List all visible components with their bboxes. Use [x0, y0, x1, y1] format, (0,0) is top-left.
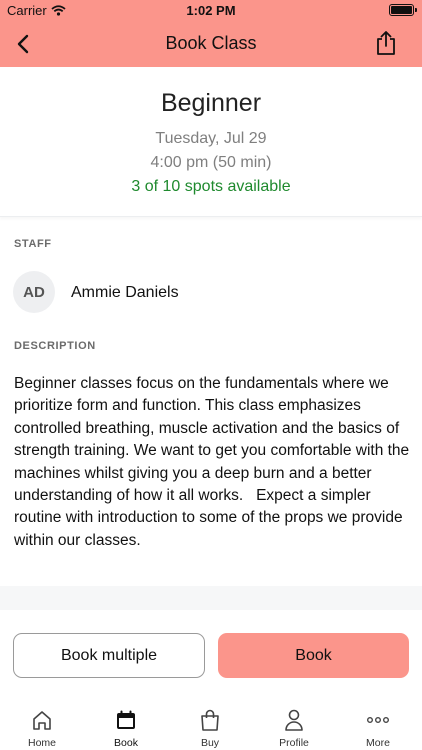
home-icon: [33, 711, 51, 730]
book-multiple-button[interactable]: Book multiple: [13, 633, 205, 678]
staff-name: Ammie Daniels: [71, 284, 179, 301]
more-dots-icon: [367, 717, 390, 723]
tab-profile[interactable]: Profile: [252, 699, 336, 750]
battery-icon: [389, 4, 417, 16]
staff-section-label: STAFF: [14, 238, 52, 250]
staff-avatar: AD: [13, 271, 55, 313]
tab-bar: Home Book Buy Profile More: [0, 699, 422, 750]
class-date: Tuesday, Jul 29: [155, 130, 267, 147]
share-icon: [377, 31, 395, 55]
clock: 1:02 PM: [186, 3, 236, 18]
tab-profile-label: Profile: [279, 737, 309, 749]
description-section-label: DESCRIPTION: [14, 340, 96, 352]
shopping-bag-icon: [201, 709, 219, 731]
tab-home[interactable]: Home: [0, 699, 84, 750]
spots-available: 3 of 10 spots available: [131, 178, 291, 195]
page-title: Book Class: [165, 33, 257, 53]
header: Carrier 1:02 PM Book Class: [0, 0, 422, 67]
class-summary: Beginner Tuesday, Jul 29 4:00 pm (50 min…: [0, 67, 422, 217]
book-button[interactable]: Book: [218, 633, 409, 678]
calendar-icon: [117, 710, 135, 729]
status-bar: Carrier 1:02 PM: [0, 0, 422, 22]
tab-more-label: More: [366, 737, 390, 749]
section-divider: [0, 586, 422, 610]
tab-book[interactable]: Book: [84, 699, 168, 750]
person-icon: [285, 709, 303, 731]
class-time: 4:00 pm (50 min): [150, 154, 272, 171]
class-description: Beginner classes focus on the fundamenta…: [14, 375, 414, 549]
tab-buy-label: Buy: [200, 737, 220, 749]
navigation-bar: Book Class: [0, 22, 422, 67]
share-button[interactable]: [372, 28, 400, 58]
tab-more[interactable]: More: [336, 699, 420, 750]
tab-buy[interactable]: Buy: [168, 699, 252, 750]
tab-book-label: Book: [114, 737, 138, 749]
tab-home-label: Home: [27, 737, 56, 749]
class-name: Beginner: [160, 89, 262, 117]
